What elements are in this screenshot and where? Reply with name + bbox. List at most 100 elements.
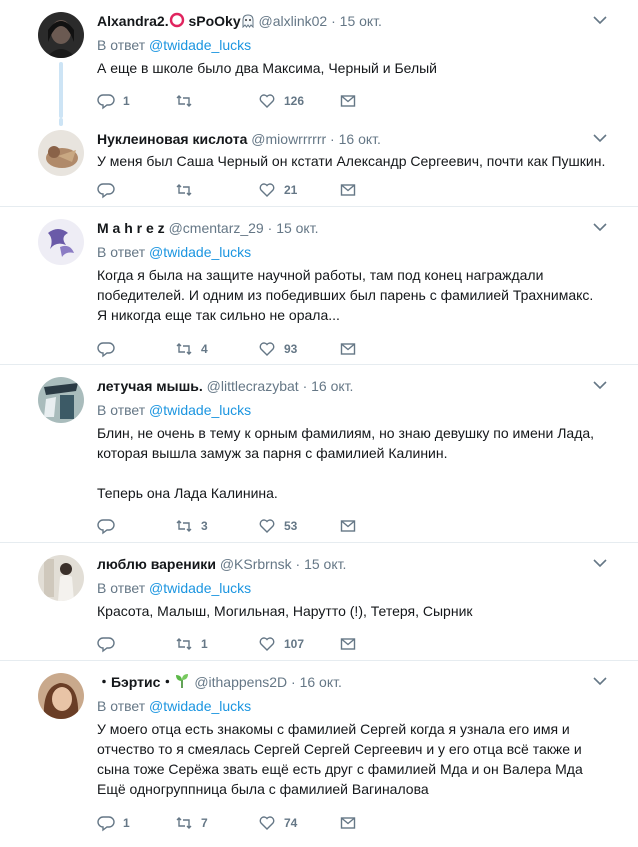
like-button[interactable]: 93: [258, 339, 297, 359]
tweet[interactable]: Alxandra2. sPoOky @alxlink02 · 15 окт. В…: [0, 0, 638, 118]
display-name[interactable]: M a h r e z: [97, 220, 165, 236]
like-button[interactable]: 21: [258, 180, 297, 200]
reply-context: В ответ @twidade_lucks: [97, 402, 252, 418]
retweet-button[interactable]: 3: [175, 516, 208, 536]
tweet[interactable]: M a h r e z @cmentarz_29 · 15 окт. В отв…: [0, 207, 638, 365]
avatar[interactable]: [38, 555, 84, 601]
timestamp[interactable]: 15 окт.: [276, 220, 318, 236]
retweet-button[interactable]: [175, 180, 201, 200]
red-circle-emoji-icon: [169, 12, 184, 28]
timestamp[interactable]: 16 окт.: [300, 674, 342, 690]
reply-context: В ответ @twidade_lucks: [97, 244, 252, 260]
avatar[interactable]: [38, 219, 84, 265]
user-handle[interactable]: @KSrbrnsk: [220, 556, 292, 572]
reply-context: В ответ @twidade_lucks: [97, 698, 252, 714]
display-name[interactable]: Нуклеиновая кислота: [97, 131, 247, 147]
tweet[interactable]: ・Бэртис・ @ithappens2D · 16 окт. В ответ …: [0, 661, 638, 847]
mention-link[interactable]: @twidade_lucks: [149, 580, 251, 596]
reply-icon: [97, 816, 115, 832]
timestamp[interactable]: 16 окт.: [311, 378, 353, 394]
chevron-down-icon[interactable]: [592, 557, 608, 569]
chevron-down-icon[interactable]: [592, 221, 608, 233]
reply-button[interactable]: [97, 634, 123, 654]
chevron-down-icon[interactable]: [592, 675, 608, 687]
reply-icon: [97, 342, 115, 358]
envelope-icon: [340, 95, 356, 107]
chevron-down-icon[interactable]: [592, 132, 608, 144]
direct-message-button[interactable]: [339, 180, 365, 200]
tweet[interactable]: люблю вареники @KSrbrnsk · 15 окт. В отв…: [0, 543, 638, 661]
avatar-image: [38, 673, 84, 719]
avatar[interactable]: [38, 673, 84, 719]
direct-message-button[interactable]: [339, 339, 365, 359]
reply-icon: [97, 94, 115, 110]
seedling-emoji-icon: [176, 674, 189, 688]
user-handle[interactable]: @cmentarz_29: [169, 220, 264, 236]
tweet-actions: 21: [97, 180, 397, 200]
avatar[interactable]: [38, 12, 84, 58]
like-button[interactable]: 53: [258, 516, 297, 536]
chevron-down-icon[interactable]: [592, 14, 608, 26]
user-handle[interactable]: @ithappens2D: [194, 674, 287, 690]
mention-link[interactable]: @twidade_lucks: [149, 37, 251, 53]
ghost-emoji-icon: [242, 14, 254, 28]
tweet-text: У моего отца есть знакомы с фамилией Сер…: [97, 721, 583, 797]
tweet-actions: 3 53: [97, 516, 397, 536]
tweet-text: Когда я была на защите научной работы, т…: [97, 267, 594, 323]
tweet-header: M a h r e z @cmentarz_29 · 15 окт.: [97, 220, 319, 236]
display-name-suffix[interactable]: sPoOky: [185, 13, 240, 29]
tweet[interactable]: Нуклеиновая кислота @miowrrrrrr · 16 окт…: [0, 118, 638, 207]
retweet-button[interactable]: 4: [175, 339, 208, 359]
user-handle[interactable]: @miowrrrrrr: [251, 131, 326, 147]
envelope-icon: [340, 817, 356, 829]
chevron-down-icon[interactable]: [592, 379, 608, 391]
display-name[interactable]: Alxandra2.: [97, 13, 169, 29]
display-name[interactable]: люблю вареники: [97, 556, 216, 572]
reply-button[interactable]: [97, 516, 123, 536]
timestamp[interactable]: 16 окт.: [339, 131, 381, 147]
direct-message-button[interactable]: [339, 634, 365, 654]
mention-link[interactable]: @twidade_lucks: [149, 698, 251, 714]
like-button[interactable]: 74: [258, 813, 297, 833]
avatar[interactable]: [38, 377, 84, 423]
direct-message-button[interactable]: [339, 516, 365, 536]
direct-message-button[interactable]: [339, 91, 365, 111]
display-name[interactable]: ・Бэртис・: [97, 674, 174, 690]
retweet-icon: [176, 184, 192, 196]
timestamp[interactable]: 15 окт.: [340, 13, 382, 29]
tweet-text: Красота, Малыш, Могильная, Нарутто (!), …: [97, 603, 473, 619]
like-count: 126: [284, 94, 305, 108]
heart-icon: [259, 519, 275, 533]
tweet-header: люблю вареники @KSrbrnsk · 15 окт.: [97, 556, 347, 572]
like-button[interactable]: 126: [258, 91, 304, 111]
retweet-button[interactable]: 1: [175, 634, 208, 654]
avatar[interactable]: [38, 130, 84, 176]
reply-button[interactable]: [97, 180, 123, 200]
tweet-header: Alxandra2. sPoOky @alxlink02 · 15 окт.: [97, 12, 382, 29]
like-button[interactable]: 107: [258, 634, 304, 654]
reply-context: В ответ @twidade_lucks: [97, 580, 252, 596]
display-name[interactable]: летучая мышь.: [97, 378, 203, 394]
retweet-icon: [176, 638, 192, 650]
user-handle[interactable]: @littlecrazybat: [207, 378, 299, 394]
user-handle[interactable]: @alxlink02: [259, 13, 328, 29]
reply-count: 1: [123, 816, 130, 830]
retweet-button[interactable]: [175, 91, 201, 111]
heart-icon: [259, 342, 275, 356]
retweet-button[interactable]: 7: [175, 813, 208, 833]
envelope-icon: [340, 343, 356, 355]
direct-message-button[interactable]: [339, 813, 365, 833]
heart-icon: [259, 816, 275, 830]
reply-icon: [97, 183, 115, 199]
mention-link[interactable]: @twidade_lucks: [149, 402, 251, 418]
retweet-icon: [176, 520, 192, 532]
reply-button[interactable]: 1: [97, 813, 130, 833]
reply-button[interactable]: 1: [97, 91, 130, 111]
like-count: 21: [284, 183, 298, 197]
timestamp[interactable]: 15 окт.: [304, 556, 346, 572]
envelope-icon: [340, 638, 356, 650]
avatar-image: [38, 130, 84, 176]
mention-link[interactable]: @twidade_lucks: [149, 244, 251, 260]
tweet[interactable]: летучая мышь. @littlecrazybat · 16 окт. …: [0, 365, 638, 543]
reply-button[interactable]: [97, 339, 123, 359]
